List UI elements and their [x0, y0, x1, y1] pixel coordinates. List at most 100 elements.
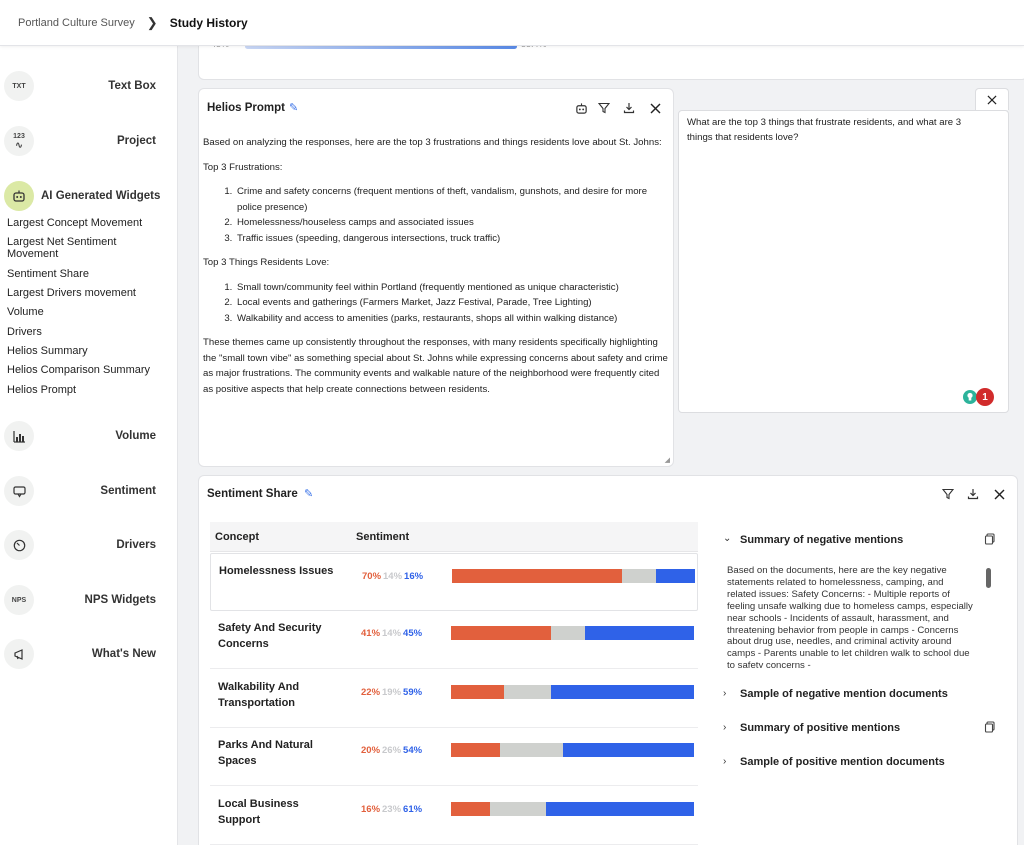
neutral-segment [550, 626, 585, 640]
summary-scrollbar[interactable] [985, 566, 993, 666]
negative-segment [451, 685, 505, 699]
negative-percent: 70% [362, 571, 382, 582]
project-icon: 123 ∿ [4, 126, 34, 156]
sentiment-table-header: Concept Sentiment [210, 522, 698, 552]
chevron-right-icon[interactable]: › [723, 756, 726, 767]
page-title: Study History [169, 15, 248, 30]
sidebar-item-sentiment[interactable]: Sentiment [0, 471, 178, 511]
filter-icon[interactable] [940, 486, 956, 502]
download-icon[interactable] [965, 486, 981, 502]
table-row[interactable]: Homelessness Issues 70% 14% 16% [210, 553, 698, 611]
sentiment-bar[interactable] [451, 685, 694, 699]
widget-largest-concept-movement[interactable]: Largest Concept Movement [7, 217, 157, 229]
negative-percent: 41% [361, 628, 381, 639]
sidebar-item-nps-widgets[interactable]: NPS NPS Widgets [0, 580, 178, 620]
scrollbar-thumb[interactable] [986, 568, 991, 588]
sidebar-item-text-box[interactable]: TXT Text Box [0, 66, 178, 106]
top-bar: Portland Culture Survey ❯ Study History [0, 0, 1024, 46]
sentiment-percentages: 20% 26% 54% [361, 745, 422, 756]
sidebar-item-label: Text Box [108, 80, 156, 92]
sidebar: TXT Text Box 123 ∿ Project AI Generated W… [0, 46, 178, 845]
widget-helios-comparison-summary[interactable]: Helios Comparison Summary [7, 364, 157, 376]
copy-icon[interactable] [984, 721, 996, 733]
column-header-concept: Concept [215, 531, 259, 543]
prompt-question-text[interactable]: What are the top 3 things that frustrate… [687, 116, 987, 145]
close-question-button[interactable] [975, 88, 1009, 110]
negative-percent: 20% [361, 745, 381, 756]
filter-icon[interactable] [596, 100, 612, 116]
resize-handle[interactable]: ◢ [665, 456, 670, 464]
widget-largest-net-sentiment-movement[interactable]: Largest Net Sentiment Movement [7, 236, 137, 260]
positive-percent: 16% [404, 571, 424, 582]
widget-volume[interactable]: Volume [7, 306, 157, 318]
helios-prompt-card: Helios Prompt ✎ Based on analyzing the r… [198, 88, 674, 467]
summary-positive-mentions-toggle[interactable]: Summary of positive mentions [740, 722, 900, 734]
close-icon[interactable] [991, 486, 1007, 502]
close-icon[interactable] [647, 100, 663, 116]
response-intro: Based on analyzing the responses, here a… [203, 137, 662, 148]
concept-name: Walkability And Transportation [218, 681, 300, 709]
sidebar-item-label: AI Generated Widgets [41, 190, 161, 202]
widget-drivers[interactable]: Drivers [7, 326, 157, 338]
robot-icon[interactable] [573, 100, 589, 116]
table-row[interactable]: Local Business Support 16% 23% 61% [210, 787, 698, 845]
concept-name: Parks And Natural Spaces [218, 739, 313, 767]
chevron-down-icon[interactable]: ⌄ [723, 533, 731, 544]
sidebar-item-drivers[interactable]: Drivers [0, 525, 178, 565]
positive-percent: 54% [403, 745, 423, 756]
widget-helios-prompt[interactable]: Helios Prompt [7, 384, 157, 396]
sentiment-bar[interactable] [451, 802, 694, 816]
grammar-assist-badge[interactable]: 1 [961, 388, 997, 406]
table-row[interactable]: Walkability And Transportation 22% 19% 59% [210, 670, 698, 728]
sample-positive-documents-toggle[interactable]: Sample of positive mention documents [740, 756, 945, 768]
list-item: Crime and safety concerns (frequent ment… [235, 184, 671, 215]
positive-percent: 61% [403, 804, 423, 815]
sample-negative-documents-toggle[interactable]: Sample of negative mention documents [740, 688, 948, 700]
sentiment-percentages: 41% 14% 45% [361, 628, 422, 639]
chevron-right-icon[interactable]: › [723, 688, 726, 699]
download-icon[interactable] [621, 100, 637, 116]
neutral-percent: 19% [382, 687, 402, 698]
sentiment-percentages: 16% 23% 61% [361, 804, 422, 815]
helios-prompt-title: Helios Prompt [207, 102, 285, 114]
neutral-percent: 14% [382, 628, 402, 639]
concept-name: Safety And Security Concerns [218, 622, 322, 650]
negative-segment [451, 743, 500, 757]
sentiment-bar[interactable] [451, 743, 694, 757]
neutral-percent: 23% [382, 804, 402, 815]
sidebar-item-ai-generated-widgets[interactable]: AI Generated Widgets [0, 176, 178, 216]
megaphone-icon [4, 639, 34, 669]
robot-icon [4, 181, 34, 211]
table-row[interactable]: Safety And Security Concerns 41% 14% 45% [210, 611, 698, 669]
helios-prompt-response: Based on analyzing the responses, here a… [203, 135, 671, 397]
chevron-right-icon[interactable]: › [723, 722, 726, 733]
edit-pencil-icon[interactable]: ✎ [304, 487, 313, 500]
list-item: Traffic issues (speeding, dangerous inte… [235, 231, 671, 247]
edit-pencil-icon[interactable]: ✎ [289, 101, 298, 114]
list-item: Small town/community feel within Portlan… [235, 280, 671, 296]
sidebar-item-label: Project [117, 135, 156, 147]
sidebar-item-volume[interactable]: Volume [0, 416, 178, 456]
bar-chart-icon [4, 421, 34, 451]
copy-icon[interactable] [984, 533, 996, 545]
chat-bubble-icon [4, 476, 34, 506]
widget-sentiment-share[interactable]: Sentiment Share [7, 268, 157, 280]
summary-negative-mentions-toggle[interactable]: Summary of negative mentions [740, 534, 903, 546]
list-item: Homelessness/houseless camps and associa… [235, 215, 671, 231]
negative-summary-text: Based on the documents, here are the key… [727, 565, 973, 668]
table-row[interactable]: Parks And Natural Spaces 20% 26% 54% [210, 728, 698, 786]
positive-segment [562, 743, 694, 757]
gauge-icon [4, 530, 34, 560]
positive-percent: 59% [403, 687, 423, 698]
sidebar-item-project[interactable]: 123 ∿ Project [0, 121, 178, 161]
widget-helios-summary[interactable]: Helios Summary [7, 345, 157, 357]
widget-largest-drivers-movement[interactable]: Largest Drivers movement [7, 287, 157, 299]
prompt-question-input[interactable]: What are the top 3 things that frustrate… [678, 110, 1009, 413]
sentiment-bar[interactable] [451, 626, 694, 640]
sentiment-bar[interactable] [452, 569, 695, 583]
breadcrumb-root[interactable]: Portland Culture Survey [18, 17, 135, 29]
sidebar-item-whats-new[interactable]: What's New [0, 634, 178, 674]
sidebar-item-label: Volume [115, 430, 156, 442]
positive-segment [545, 802, 694, 816]
positive-segment [550, 685, 694, 699]
